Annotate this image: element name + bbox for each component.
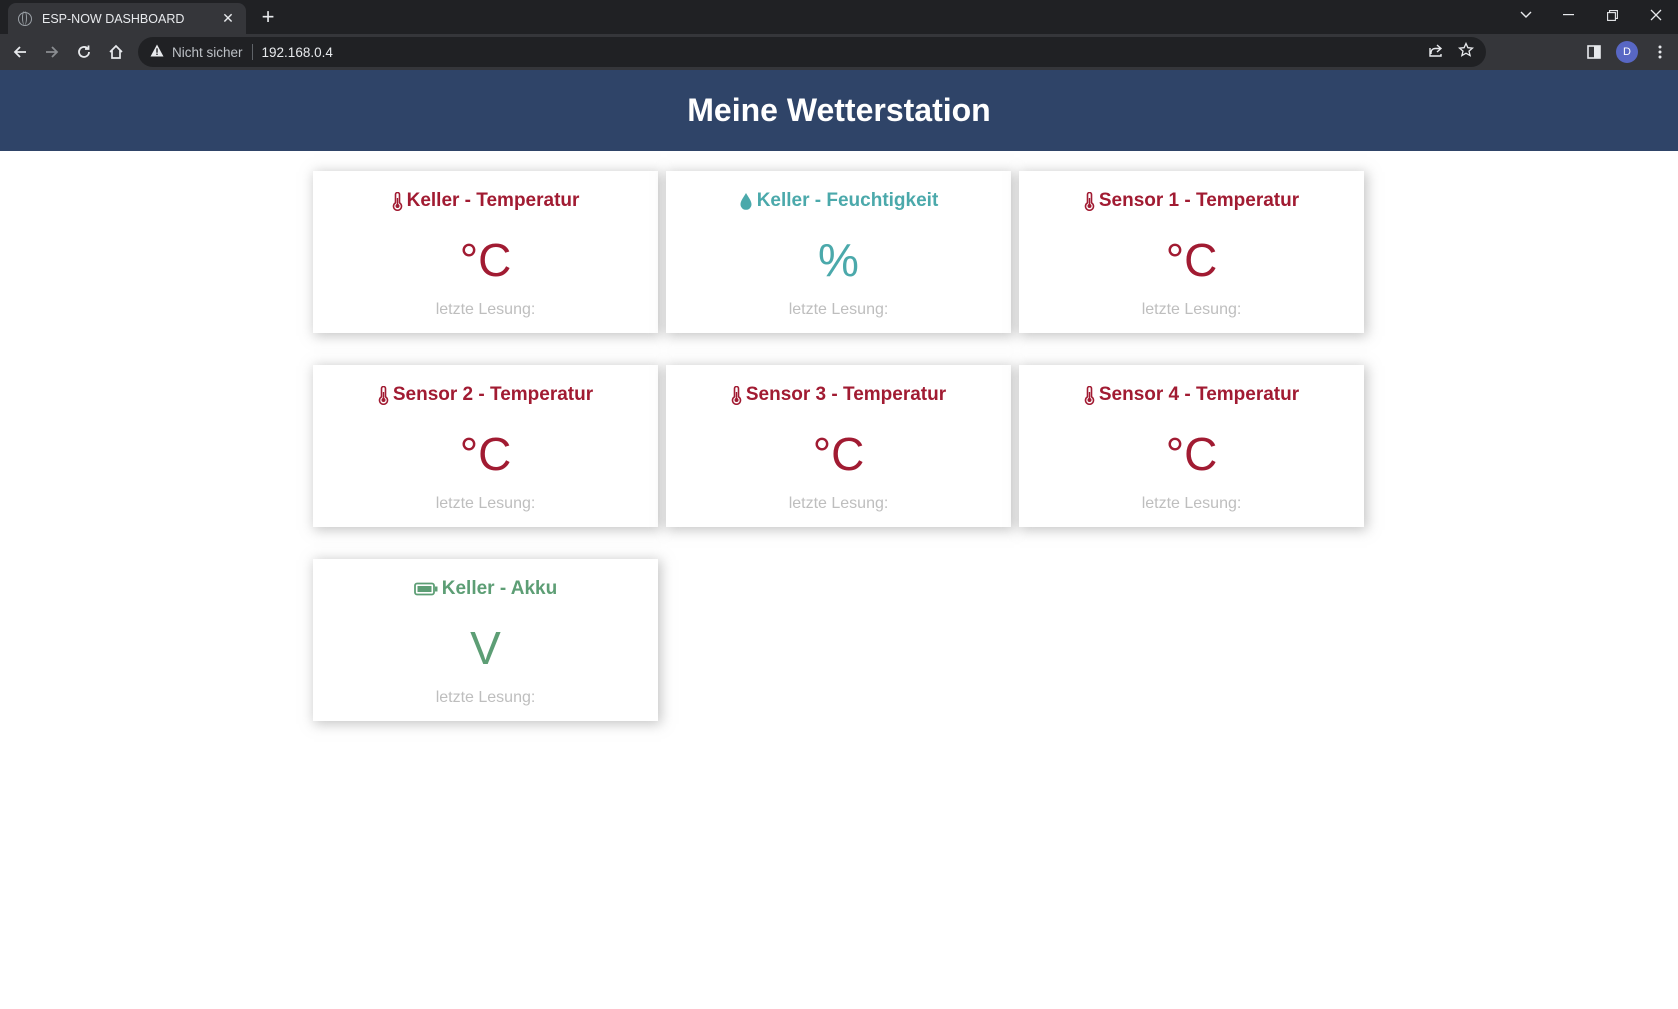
share-icon[interactable] xyxy=(1428,42,1444,62)
reading-unit: °C xyxy=(459,234,512,286)
globe-icon xyxy=(18,10,32,26)
thermometer-icon xyxy=(731,385,742,405)
thermometer-icon xyxy=(378,385,389,405)
chevron-down-icon xyxy=(1520,11,1532,18)
minimize-icon xyxy=(1562,14,1574,16)
sensor-card: Sensor 2 - Temperatur °C letzte Lesung: xyxy=(313,365,658,527)
reading-unit: °C xyxy=(812,428,865,480)
reading-unit: °C xyxy=(459,428,512,480)
reading-unit: % xyxy=(818,234,859,286)
card-title-text: Keller - Akku xyxy=(441,578,558,599)
page-title: Meine Wetterstation xyxy=(687,92,991,128)
restore-icon xyxy=(1606,9,1618,21)
minimize-button[interactable] xyxy=(1546,0,1590,30)
close-icon xyxy=(1650,9,1662,21)
arrow-right-icon xyxy=(46,46,59,58)
reading: °C xyxy=(666,427,1011,481)
restore-button[interactable] xyxy=(1590,0,1634,30)
sensor-card: Sensor 1 - Temperatur °C letzte Lesung: xyxy=(1019,171,1364,333)
card-title-text: Keller - Feuchtigkeit xyxy=(756,190,939,211)
timestamp-label: letzte Lesung: xyxy=(435,689,536,706)
thermometer-icon xyxy=(1084,191,1095,211)
sensor-card: Sensor 4 - Temperatur °C letzte Lesung: xyxy=(1019,365,1364,527)
address-bar[interactable]: Nicht sicher 192.168.0.4 xyxy=(138,37,1486,67)
timestamp-label: letzte Lesung: xyxy=(788,495,889,512)
card-title-text: Keller - Temperatur xyxy=(406,190,580,211)
sensor-card: Keller - Akku Vletzte Lesung: xyxy=(313,559,658,721)
reading: V xyxy=(313,621,658,675)
browser-tabstrip: ESP-NOW DASHBOARD ✕ + xyxy=(0,0,1678,34)
card-title-text: Sensor 3 - Temperatur xyxy=(745,384,947,405)
battery-icon xyxy=(413,582,438,596)
address-separator xyxy=(251,44,253,60)
side-panel-icon[interactable] xyxy=(1582,40,1606,64)
tab-search-button[interactable] xyxy=(1504,0,1548,30)
card-title: Sensor 3 - Temperatur xyxy=(666,383,1011,407)
reload-icon xyxy=(78,45,90,58)
sensor-card: Sensor 3 - Temperatur °C letzte Lesung: xyxy=(666,365,1011,527)
tab-close-button[interactable]: ✕ xyxy=(220,10,236,27)
reading: °C xyxy=(1019,427,1364,481)
timestamp-label: letzte Lesung: xyxy=(435,495,536,512)
card-title: Sensor 2 - Temperatur xyxy=(313,383,658,407)
reading: °C xyxy=(1019,233,1364,287)
card-title: Keller - Akku xyxy=(313,577,658,601)
close-window-button[interactable] xyxy=(1634,0,1678,30)
dashboard-content: Keller - Temperatur °C letzte Lesung: Kell… xyxy=(0,151,1678,721)
home-button[interactable] xyxy=(100,36,132,68)
menu-kebab-icon[interactable] xyxy=(1648,40,1672,64)
sensor-card: Keller - Feuchtigkeit% letzte Lesung: xyxy=(666,171,1011,333)
profile-avatar[interactable]: D xyxy=(1616,41,1638,63)
timestamp-label: letzte Lesung: xyxy=(435,301,536,318)
timestamp-label: letzte Lesung: xyxy=(1141,495,1242,512)
tab-title: ESP-NOW DASHBOARD xyxy=(42,11,185,26)
star-icon[interactable] xyxy=(1457,41,1475,62)
card-title: Keller - Feuchtigkeit xyxy=(666,189,1011,213)
card-title-text: Sensor 1 - Temperatur xyxy=(1098,190,1300,211)
home-icon xyxy=(109,44,123,59)
card-title: Sensor 1 - Temperatur xyxy=(1019,189,1364,213)
card-title: Sensor 4 - Temperatur xyxy=(1019,383,1364,407)
timestamp-label: letzte Lesung: xyxy=(788,301,889,318)
reading: % xyxy=(666,233,1011,287)
sensor-card: Keller - Temperatur °C letzte Lesung: xyxy=(313,171,658,333)
thermometer-icon xyxy=(1084,385,1095,405)
back-button[interactable] xyxy=(4,36,36,68)
url-text[interactable]: 192.168.0.4 xyxy=(262,45,333,60)
warning-icon xyxy=(150,44,164,60)
page-header: Meine Wetterstation xyxy=(0,70,1678,151)
card-title-text: Sensor 2 - Temperatur xyxy=(392,384,594,405)
browser-toolbar: Nicht sicher 192.168.0.4 D xyxy=(0,34,1678,70)
droplet-icon xyxy=(739,192,753,211)
cards-grid: Keller - Temperatur °C letzte Lesung: Kell… xyxy=(313,171,1365,721)
browser-tab[interactable]: ESP-NOW DASHBOARD ✕ xyxy=(8,3,246,34)
reading-unit: °C xyxy=(1165,428,1218,480)
security-status[interactable]: Nicht sicher xyxy=(172,45,243,60)
reading-unit: V xyxy=(470,622,501,674)
reading-unit: °C xyxy=(1165,234,1218,286)
reload-button[interactable] xyxy=(68,36,100,68)
forward-button[interactable] xyxy=(36,36,68,68)
reading: °C xyxy=(313,427,658,481)
reading: °C xyxy=(313,233,658,287)
arrow-left-icon xyxy=(13,46,26,58)
card-title: Keller - Temperatur xyxy=(313,189,658,213)
card-title-text: Sensor 4 - Temperatur xyxy=(1098,384,1300,405)
thermometer-icon xyxy=(392,191,403,211)
new-tab-button[interactable]: + xyxy=(256,4,280,30)
timestamp-label: letzte Lesung: xyxy=(1141,301,1242,318)
